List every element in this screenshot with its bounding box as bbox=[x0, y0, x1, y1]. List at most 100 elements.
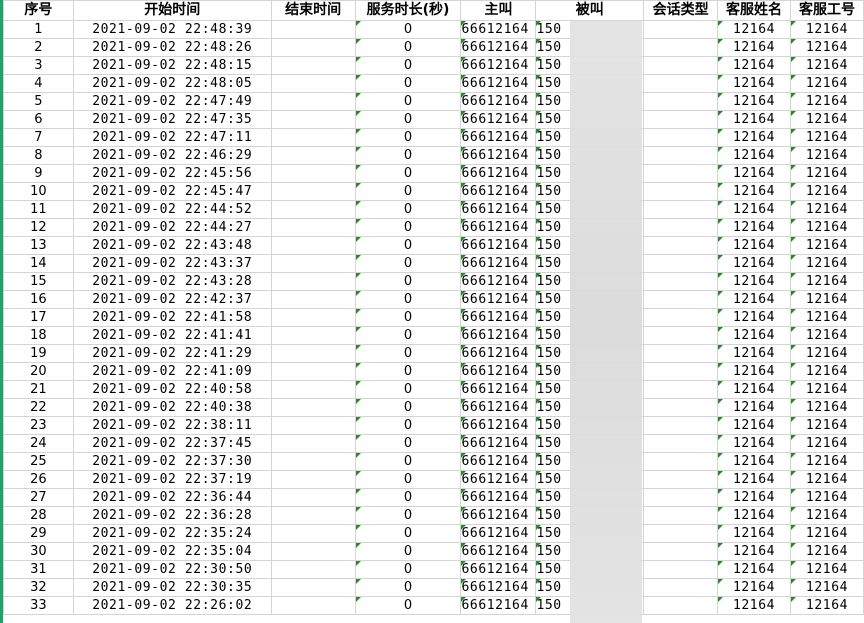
cell-end-time[interactable] bbox=[270, 380, 356, 399]
cell-duration[interactable]: 0 bbox=[354, 74, 462, 93]
cell-end-time[interactable] bbox=[270, 488, 356, 507]
cell-agent-name[interactable]: 12164 bbox=[717, 578, 791, 597]
cell-end-time[interactable] bbox=[270, 56, 356, 75]
cell-seq[interactable]: 10 bbox=[3, 182, 74, 201]
cell-session-type[interactable] bbox=[643, 272, 719, 291]
cell-start-time[interactable]: 2021-09-02 22:26:02 bbox=[72, 596, 272, 615]
cell-start-time[interactable]: 2021-09-02 22:37:30 bbox=[72, 452, 272, 471]
cell-duration[interactable]: 0 bbox=[354, 596, 462, 615]
cell-agent-id[interactable]: 12164 bbox=[789, 272, 864, 291]
cell-session-type[interactable] bbox=[643, 398, 719, 417]
cell-agent-id[interactable]: 12164 bbox=[789, 128, 864, 147]
cell-start-time[interactable]: 2021-09-02 22:40:38 bbox=[72, 398, 272, 417]
cell-duration[interactable]: 0 bbox=[354, 290, 462, 309]
cell-agent-id[interactable]: 12164 bbox=[789, 74, 864, 93]
cell-end-time[interactable] bbox=[270, 578, 356, 597]
header-caller[interactable]: 主叫 bbox=[460, 0, 537, 21]
cell-end-time[interactable] bbox=[270, 128, 356, 147]
cell-end-time[interactable] bbox=[270, 308, 356, 327]
cell-agent-id[interactable]: 12164 bbox=[789, 434, 864, 453]
cell-end-time[interactable] bbox=[270, 20, 356, 39]
cell-agent-name[interactable]: 12164 bbox=[717, 236, 791, 255]
cell-end-time[interactable] bbox=[270, 74, 356, 93]
cell-seq[interactable]: 23 bbox=[3, 416, 74, 435]
cell-duration[interactable]: 0 bbox=[354, 434, 462, 453]
cell-start-time[interactable]: 2021-09-02 22:44:52 bbox=[72, 200, 272, 219]
cell-duration[interactable]: 0 bbox=[354, 344, 462, 363]
cell-agent-id[interactable]: 12164 bbox=[789, 560, 864, 579]
cell-session-type[interactable] bbox=[643, 380, 719, 399]
cell-seq[interactable]: 30 bbox=[3, 542, 74, 561]
cell-caller[interactable]: 66612164 bbox=[460, 326, 537, 345]
cell-session-type[interactable] bbox=[643, 128, 719, 147]
cell-end-time[interactable] bbox=[270, 470, 356, 489]
cell-session-type[interactable] bbox=[643, 542, 719, 561]
cell-caller[interactable]: 66612164 bbox=[460, 74, 537, 93]
cell-start-time[interactable]: 2021-09-02 22:43:37 bbox=[72, 254, 272, 273]
cell-agent-name[interactable]: 12164 bbox=[717, 434, 791, 453]
cell-start-time[interactable]: 2021-09-02 22:48:39 bbox=[72, 20, 272, 39]
cell-agent-name[interactable]: 12164 bbox=[717, 524, 791, 543]
cell-seq[interactable]: 21 bbox=[3, 380, 74, 399]
cell-end-time[interactable] bbox=[270, 236, 356, 255]
header-start-time[interactable]: 开始时间 bbox=[72, 0, 272, 21]
cell-start-time[interactable]: 2021-09-02 22:36:28 bbox=[72, 506, 272, 525]
cell-agent-name[interactable]: 12164 bbox=[717, 488, 791, 507]
cell-start-time[interactable]: 2021-09-02 22:41:29 bbox=[72, 344, 272, 363]
cell-seq[interactable]: 19 bbox=[3, 344, 74, 363]
cell-agent-name[interactable]: 12164 bbox=[717, 272, 791, 291]
cell-duration[interactable]: 0 bbox=[354, 20, 462, 39]
cell-duration[interactable]: 0 bbox=[354, 92, 462, 111]
cell-agent-id[interactable]: 12164 bbox=[789, 290, 864, 309]
cell-duration[interactable]: 0 bbox=[354, 200, 462, 219]
cell-agent-name[interactable]: 12164 bbox=[717, 254, 791, 273]
cell-duration[interactable]: 0 bbox=[354, 128, 462, 147]
cell-session-type[interactable] bbox=[643, 578, 719, 597]
cell-agent-id[interactable]: 12164 bbox=[789, 488, 864, 507]
cell-seq[interactable]: 28 bbox=[3, 506, 74, 525]
cell-seq[interactable]: 15 bbox=[3, 272, 74, 291]
cell-end-time[interactable] bbox=[270, 146, 356, 165]
cell-agent-name[interactable]: 12164 bbox=[717, 92, 791, 111]
cell-agent-id[interactable]: 12164 bbox=[789, 200, 864, 219]
cell-agent-id[interactable]: 12164 bbox=[789, 254, 864, 273]
cell-end-time[interactable] bbox=[270, 416, 356, 435]
cell-agent-name[interactable]: 12164 bbox=[717, 542, 791, 561]
cell-duration[interactable]: 0 bbox=[354, 524, 462, 543]
cell-duration[interactable]: 0 bbox=[354, 146, 462, 165]
cell-start-time[interactable]: 2021-09-02 22:43:28 bbox=[72, 272, 272, 291]
cell-agent-id[interactable]: 12164 bbox=[789, 542, 864, 561]
cell-session-type[interactable] bbox=[643, 344, 719, 363]
cell-caller[interactable]: 66612164 bbox=[460, 524, 537, 543]
cell-end-time[interactable] bbox=[270, 398, 356, 417]
cell-agent-name[interactable]: 12164 bbox=[717, 182, 791, 201]
cell-duration[interactable]: 0 bbox=[354, 38, 462, 57]
cell-agent-id[interactable]: 12164 bbox=[789, 380, 864, 399]
cell-end-time[interactable] bbox=[270, 38, 356, 57]
cell-duration[interactable]: 0 bbox=[354, 578, 462, 597]
cell-start-time[interactable]: 2021-09-02 22:46:29 bbox=[72, 146, 272, 165]
cell-end-time[interactable] bbox=[270, 200, 356, 219]
cell-duration[interactable]: 0 bbox=[354, 254, 462, 273]
cell-session-type[interactable] bbox=[643, 308, 719, 327]
cell-caller[interactable]: 66612164 bbox=[460, 398, 537, 417]
cell-session-type[interactable] bbox=[643, 524, 719, 543]
cell-session-type[interactable] bbox=[643, 218, 719, 237]
cell-seq[interactable]: 27 bbox=[3, 488, 74, 507]
cell-end-time[interactable] bbox=[270, 182, 356, 201]
cell-start-time[interactable]: 2021-09-02 22:47:35 bbox=[72, 110, 272, 129]
header-session-type[interactable]: 会话类型 bbox=[643, 0, 719, 21]
cell-agent-id[interactable]: 12164 bbox=[789, 578, 864, 597]
cell-duration[interactable]: 0 bbox=[354, 488, 462, 507]
cell-session-type[interactable] bbox=[643, 362, 719, 381]
cell-agent-name[interactable]: 12164 bbox=[717, 560, 791, 579]
cell-session-type[interactable] bbox=[643, 506, 719, 525]
cell-session-type[interactable] bbox=[643, 470, 719, 489]
cell-caller[interactable]: 66612164 bbox=[460, 272, 537, 291]
cell-seq[interactable]: 31 bbox=[3, 560, 74, 579]
cell-agent-id[interactable]: 12164 bbox=[789, 92, 864, 111]
cell-session-type[interactable] bbox=[643, 488, 719, 507]
cell-end-time[interactable] bbox=[270, 542, 356, 561]
cell-agent-name[interactable]: 12164 bbox=[717, 290, 791, 309]
cell-seq[interactable]: 18 bbox=[3, 326, 74, 345]
